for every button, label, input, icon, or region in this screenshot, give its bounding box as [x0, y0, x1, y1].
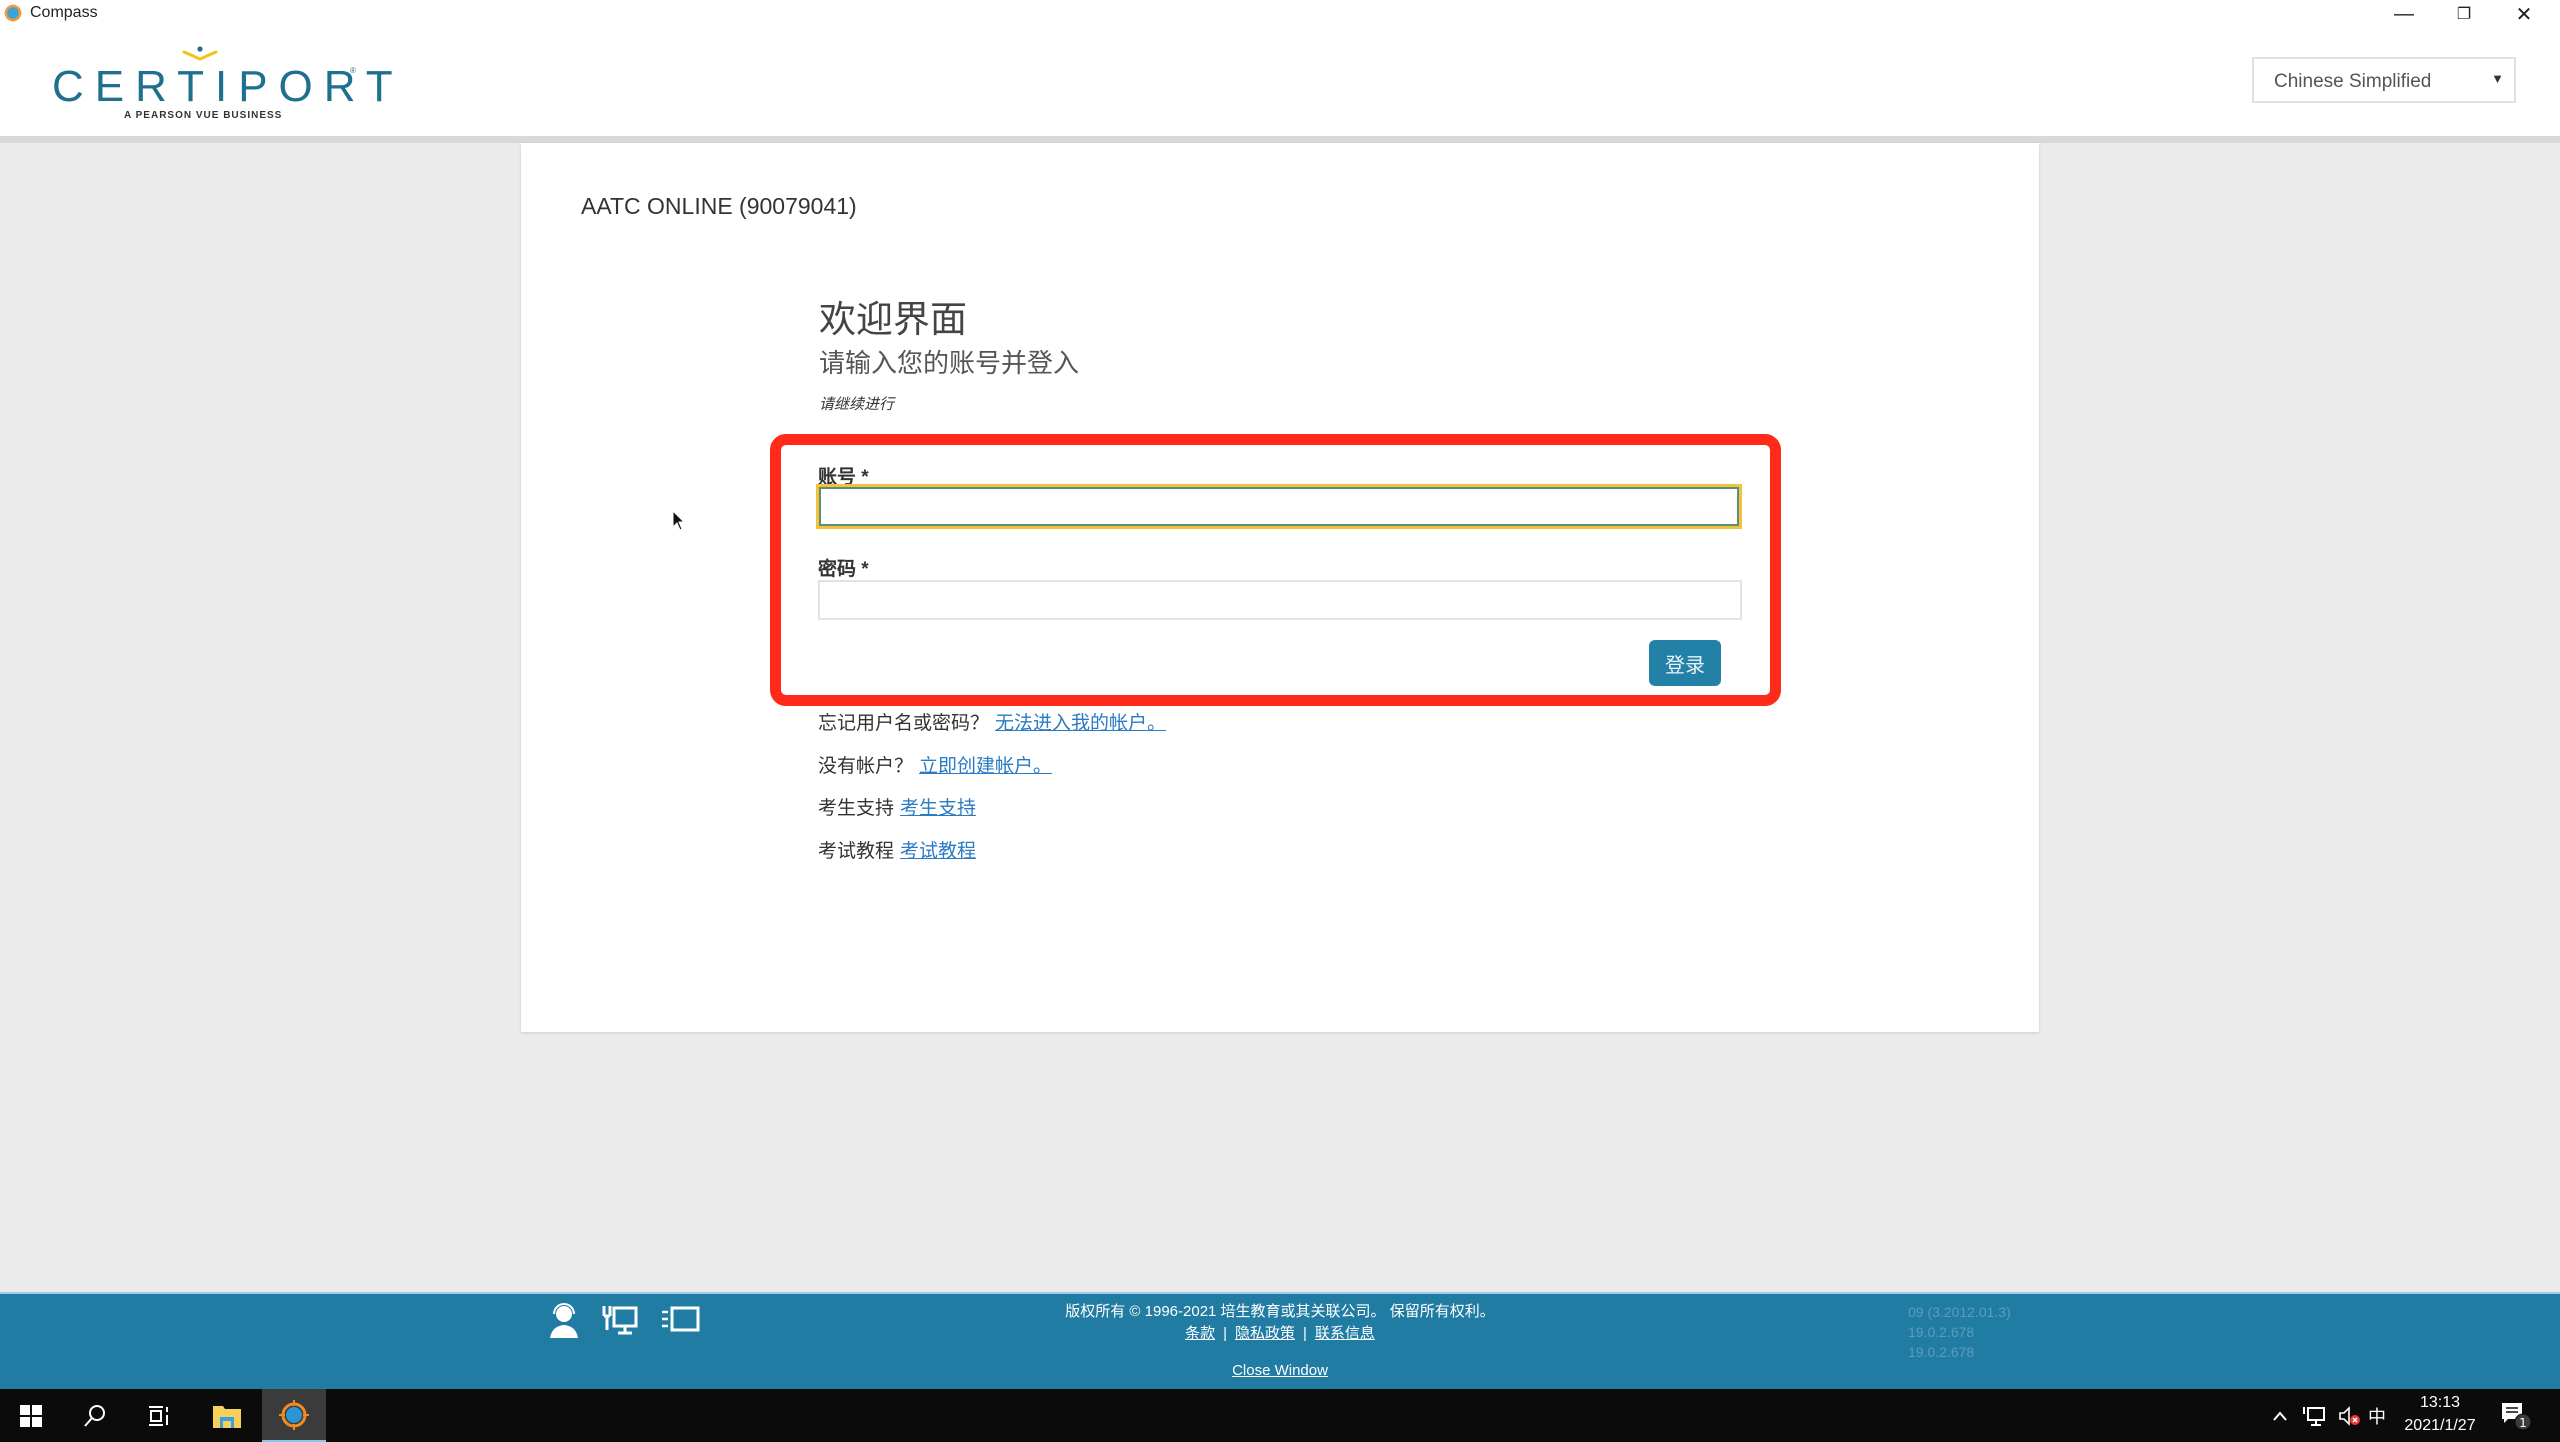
file-explorer-button[interactable]: [196, 1389, 258, 1442]
password-label: 密码 *: [818, 559, 869, 580]
notifications-icon: 1: [2502, 1402, 2532, 1430]
legal-links: 条款 | 隐私政策 | 联系信息: [0, 1322, 2560, 1343]
language-select[interactable]: Chinese Simplified ▼: [2252, 57, 2516, 103]
login-button[interactable]: 登录: [1649, 640, 1721, 686]
maximize-button[interactable]: ❐: [2434, 0, 2494, 28]
window-title-bar: [0, 0, 2560, 28]
cant-access-account-link[interactable]: 无法进入我的帐户。: [995, 713, 1166, 734]
exam-tutorial-link[interactable]: 考试教程: [900, 841, 976, 862]
candidate-support-row: 考生支持 考生支持: [818, 793, 976, 820]
contact-info-link[interactable]: 联系信息: [1315, 1325, 1375, 1342]
candidate-support-text: 考生支持: [818, 798, 895, 819]
version-info: 09 (3.2012.01.3) 19.0.2.678 19.0.2.678: [1908, 1302, 2011, 1362]
version-line: 19.0.2.678: [1908, 1324, 1975, 1340]
page-subtitle: 请输入您的账号并登入: [819, 349, 1080, 379]
forgot-credentials-text: 忘记用户名或密码？: [818, 713, 990, 734]
compass-taskbar-button[interactable]: [262, 1389, 326, 1442]
app-header: CERTIPORT ® A PEARSON VUE BUSINESS Chine…: [0, 28, 2560, 136]
version-line: 09 (3.2012.01.3): [1908, 1304, 2011, 1320]
close-window-row: Close Window: [0, 1362, 2560, 1379]
taskbar-search-button[interactable]: [64, 1389, 126, 1442]
start-button[interactable]: [0, 1389, 62, 1442]
test-center-name: AATC ONLINE (90079041): [581, 193, 857, 219]
mouse-cursor-icon: [672, 510, 686, 531]
action-center-button[interactable]: 1: [2500, 1389, 2532, 1442]
show-hidden-icons-button[interactable]: [2272, 1389, 2288, 1442]
task-view-button[interactable]: [128, 1389, 190, 1442]
taskbar: [0, 1389, 2560, 1442]
no-account-row: 没有帐户？ 立即创建帐户。: [818, 751, 1052, 778]
clock-date: 2021/1/27: [2404, 1417, 2476, 1434]
version-line: 19.0.2.678: [1908, 1344, 1975, 1360]
logo-registered-mark: ®: [350, 66, 356, 75]
windows-logo-icon: [20, 1404, 42, 1427]
copyright-text: 版权所有 © 1996-2021 培生教育或其关联公司。 保留所有权利。: [1065, 1303, 1495, 1320]
certiport-logo: CERTIPORT ® A PEARSON VUE BUSINESS: [52, 46, 393, 128]
input-method-indicator[interactable]: 中: [2368, 1389, 2386, 1442]
candidate-support-link[interactable]: 考生支持: [900, 798, 976, 819]
terms-link[interactable]: 条款: [1185, 1325, 1215, 1342]
chevron-up-icon: [2273, 1410, 2287, 1421]
compass-app-icon: [4, 4, 22, 22]
page-title: 欢迎界面: [819, 298, 967, 341]
no-account-text: 没有帐户？: [818, 756, 914, 777]
volume-tray-button[interactable]: [2338, 1389, 2362, 1442]
network-tray-button[interactable]: [2302, 1389, 2326, 1442]
clock-time: 13:13: [2419, 1394, 2461, 1411]
create-account-link[interactable]: 立即创建帐户。: [919, 756, 1052, 777]
link-separator: |: [1223, 1325, 1227, 1342]
exam-tutorial-row: 考试教程 考试教程: [818, 836, 976, 863]
username-field[interactable]: [816, 484, 1742, 529]
close-window-link[interactable]: Close Window: [1232, 1362, 1328, 1379]
logo-tagline: A PEARSON VUE BUSINESS: [124, 110, 283, 121]
password-field[interactable]: [818, 580, 1742, 620]
privacy-policy-link[interactable]: 隐私政策: [1235, 1325, 1295, 1342]
close-button[interactable]: ✕: [2494, 0, 2554, 28]
link-separator: |: [1303, 1325, 1307, 1342]
taskbar-clock[interactable]: 13:13 2021/1/27: [2398, 1391, 2482, 1437]
task-view-icon: [149, 1405, 168, 1426]
window-title: Compass: [30, 4, 98, 21]
network-icon: [2303, 1406, 2325, 1426]
minimize-button[interactable]: —: [2374, 0, 2434, 28]
notification-count: 1: [2519, 1416, 2527, 1430]
chevron-down-icon: ▼: [2491, 71, 2504, 86]
folder-icon: [213, 1405, 241, 1428]
instruction-note: 请继续进行: [819, 396, 895, 413]
compass-app-icon: [279, 1399, 309, 1430]
forgot-credentials-row: 忘记用户名或密码？ 无法进入我的帐户。: [818, 708, 1166, 735]
highlight-annotation-box: [770, 434, 1781, 706]
search-icon: [84, 1404, 105, 1427]
exam-tutorial-text: 考试教程: [818, 841, 895, 862]
header-divider: [0, 136, 2560, 143]
volume-muted-icon: [2339, 1405, 2360, 1426]
language-select-value: Chinese Simplified: [2274, 71, 2432, 92]
